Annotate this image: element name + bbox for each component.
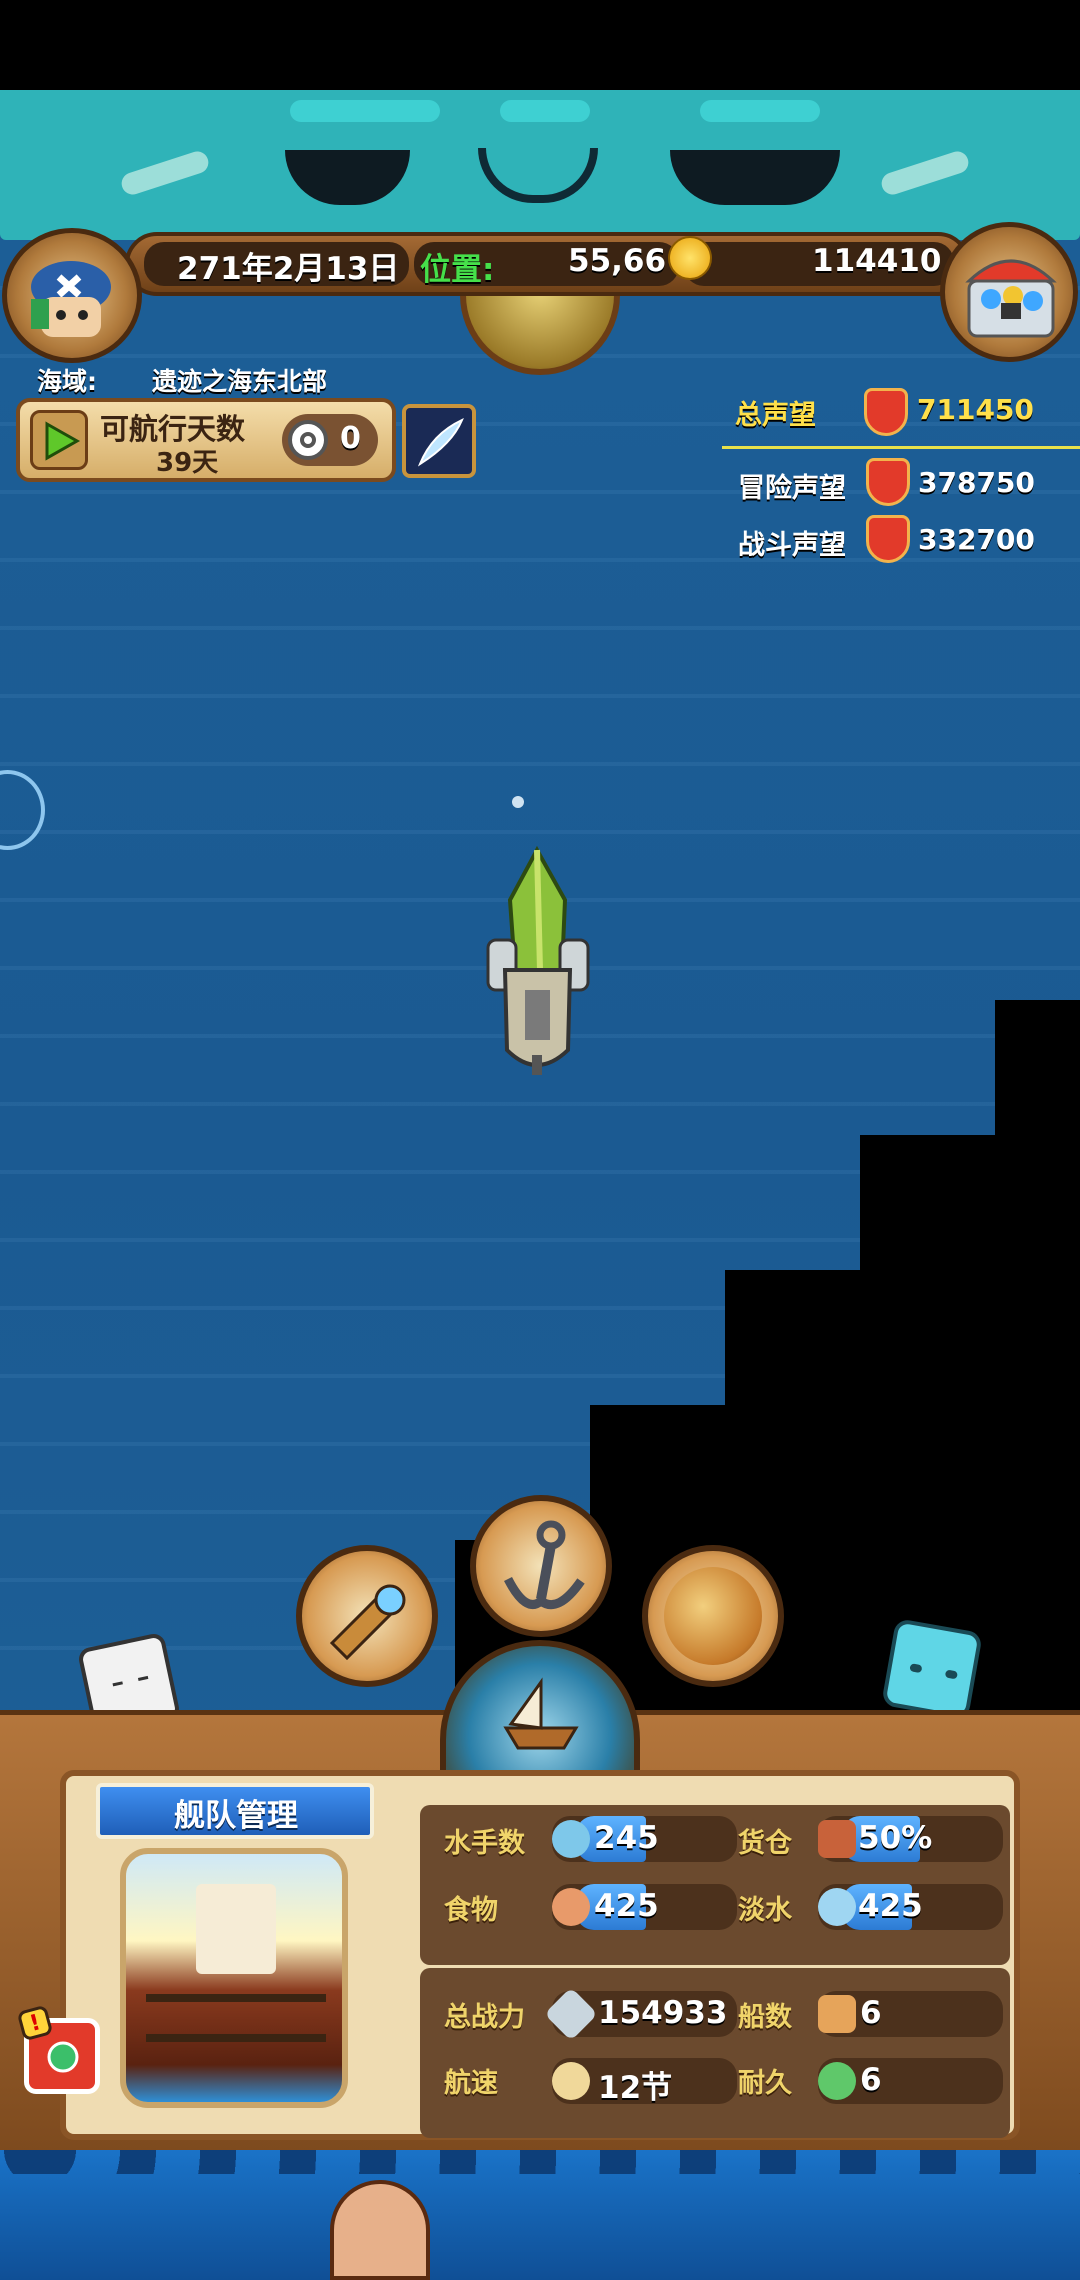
skill-button[interactable] bbox=[402, 404, 476, 478]
adventure-reputation-icon bbox=[866, 458, 910, 506]
fleet-ship-portrait[interactable] bbox=[120, 1848, 348, 2108]
total-reputation-icon bbox=[864, 388, 908, 436]
reputation-divider bbox=[722, 446, 1080, 449]
world-map-button[interactable] bbox=[642, 1545, 784, 1687]
feather-icon bbox=[417, 418, 464, 467]
water-label: 淡水 bbox=[738, 1895, 792, 1926]
ship-icon bbox=[503, 1677, 579, 1750]
treasure-chest-icon bbox=[965, 259, 1057, 338]
map-void bbox=[725, 1270, 1080, 1410]
anchor-icon bbox=[503, 1520, 585, 1610]
target-count: 0 bbox=[340, 421, 361, 456]
castaway-icon[interactable] bbox=[330, 2180, 430, 2280]
battle-reputation-label: 战斗声望 bbox=[738, 530, 846, 561]
target-icon bbox=[288, 420, 328, 460]
durability-value: 6 bbox=[860, 2062, 882, 2098]
total-reputation-label: 总声望 bbox=[735, 400, 816, 431]
play-icon bbox=[45, 421, 81, 461]
cat-eye bbox=[670, 150, 840, 205]
water-jug-icon bbox=[818, 1888, 856, 1926]
crate-icon bbox=[818, 1820, 856, 1858]
sailors-value: 245 bbox=[594, 1820, 659, 1856]
sailor-icon bbox=[552, 1820, 590, 1858]
position-value: 55,66 bbox=[568, 243, 667, 279]
anchor-button[interactable] bbox=[470, 1495, 612, 1637]
cat-blush bbox=[118, 148, 212, 198]
gold-coin-icon bbox=[668, 236, 712, 280]
voyage-days-panel[interactable]: 可航行天数 39天 0 bbox=[16, 398, 396, 482]
speed-label: 航速 bbox=[444, 2068, 498, 2099]
meat-icon bbox=[552, 1888, 590, 1926]
speed-value: 12节 bbox=[598, 2070, 673, 2106]
spyglass-button[interactable] bbox=[296, 1545, 438, 1687]
cat-brow bbox=[290, 100, 440, 122]
treasure-chest-button[interactable] bbox=[940, 222, 1078, 362]
durability-label: 耐久 bbox=[738, 2068, 792, 2099]
adventure-reputation-value: 378750 bbox=[918, 466, 1035, 499]
cat-eye bbox=[285, 150, 410, 205]
battle-reputation-icon bbox=[866, 515, 910, 563]
game-date: 271年2月13日 bbox=[177, 251, 400, 287]
region-name: 遗迹之海东北部 bbox=[152, 367, 328, 396]
map-void bbox=[590, 1405, 1080, 1545]
water-value: 425 bbox=[858, 1888, 923, 1924]
moon-ship-icon bbox=[552, 2062, 590, 2100]
ships-label: 船数 bbox=[738, 2002, 792, 2033]
cat-brow bbox=[700, 100, 820, 122]
cat-brow bbox=[500, 100, 590, 122]
map-void bbox=[995, 1000, 1080, 1150]
cat-blush bbox=[878, 148, 972, 198]
avatar[interactable] bbox=[2, 228, 142, 363]
play-button[interactable] bbox=[30, 410, 88, 470]
cargo-label: 货仓 bbox=[738, 1828, 792, 1859]
map-void bbox=[860, 1135, 1080, 1275]
player-ship-icon[interactable] bbox=[470, 790, 605, 1080]
adventure-reputation-label: 冒险声望 bbox=[738, 473, 846, 504]
boot-icon bbox=[818, 1995, 856, 2033]
top-cat-banner bbox=[0, 90, 1080, 240]
total-reputation-value: 711450 bbox=[917, 393, 1034, 426]
battle-reputation-value: 332700 bbox=[918, 523, 1035, 556]
cat-mascot-icon[interactable] bbox=[881, 1618, 983, 1720]
avatar-pirate-icon bbox=[31, 261, 111, 337]
power-value: 154933 bbox=[598, 1995, 728, 2031]
fleet-title: 舰队管理 bbox=[174, 1798, 298, 1834]
ships-value: 6 bbox=[860, 1995, 882, 2031]
footer-sea bbox=[0, 2150, 1080, 2280]
cat-mouth bbox=[478, 148, 598, 203]
world-map-icon bbox=[664, 1567, 762, 1665]
food-value: 425 bbox=[594, 1888, 659, 1924]
gold-amount: 114410 bbox=[812, 243, 942, 279]
spyglass-icon bbox=[329, 1584, 406, 1661]
region-label: 海域: bbox=[37, 367, 97, 396]
food-label: 食物 bbox=[444, 1895, 498, 1926]
sailors-label: 水手数 bbox=[444, 1828, 525, 1859]
target-counter[interactable]: 0 bbox=[282, 414, 378, 466]
voyage-days: 39天 bbox=[156, 448, 219, 478]
position-label: 位置: bbox=[420, 252, 495, 288]
repair-wrench-icon bbox=[818, 2062, 856, 2100]
cargo-value: 50% bbox=[858, 1820, 933, 1856]
power-label: 总战力 bbox=[444, 2002, 525, 2033]
wrench-icon bbox=[47, 2041, 79, 2073]
